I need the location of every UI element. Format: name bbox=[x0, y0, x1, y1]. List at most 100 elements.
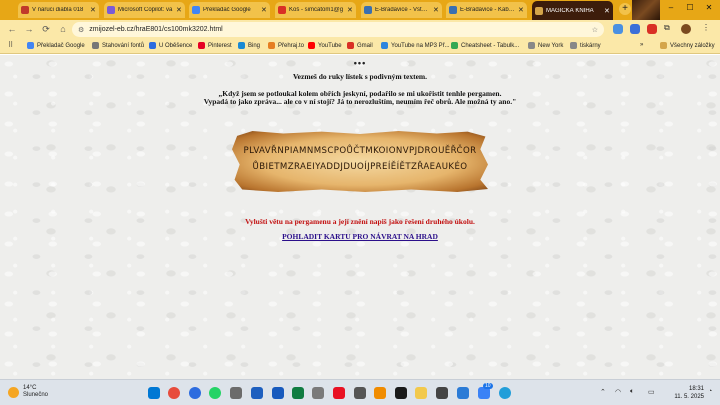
capcut-icon[interactable] bbox=[395, 387, 407, 399]
calculator-icon[interactable] bbox=[230, 387, 242, 399]
tab-3[interactable]: Překladač Google ✕ bbox=[189, 2, 270, 18]
tab-title: Koš - simcatom1@g bbox=[289, 7, 344, 13]
bookmark-favicon-icon bbox=[92, 42, 99, 49]
tab-close-icon[interactable]: ✕ bbox=[347, 6, 353, 14]
new-tab-button[interactable]: + bbox=[619, 3, 631, 15]
edge-icon[interactable] bbox=[251, 387, 263, 399]
tab-close-icon[interactable]: ✕ bbox=[433, 6, 439, 14]
apps-icon[interactable]: ⠿ bbox=[8, 41, 13, 49]
speaker-icon[interactable]: 🔈︎ bbox=[630, 388, 634, 396]
bookmark-item[interactable]: New York bbox=[528, 42, 563, 49]
bookmarks-overflow-button[interactable]: » bbox=[640, 42, 643, 48]
bookmark-item[interactable]: Pinterest bbox=[198, 42, 232, 49]
profile-avatar[interactable] bbox=[681, 24, 691, 34]
notifications-icon[interactable]: ◔ bbox=[708, 388, 712, 395]
tab-close-icon[interactable]: ✕ bbox=[90, 6, 96, 14]
sun-icon bbox=[8, 386, 19, 398]
address-url[interactable]: zmijozel-eb.cz/hraE801/cs100mk3202.html bbox=[89, 26, 586, 33]
all-bookmarks-button[interactable]: Všechny záložky bbox=[660, 42, 715, 49]
site-info-icon[interactable]: ⚙ bbox=[78, 26, 84, 34]
tab-favicon-icon bbox=[192, 6, 200, 14]
maximize-button[interactable]: ☐ bbox=[683, 3, 697, 12]
tab-title: V naruci diabla 018 bbox=[32, 7, 84, 13]
bookmark-favicon-icon bbox=[381, 42, 388, 49]
clock[interactable]: 18:31 11. 5. 2025 bbox=[668, 385, 704, 401]
weather-condition: Slunečno bbox=[23, 392, 49, 398]
extension-icon[interactable] bbox=[613, 24, 623, 34]
tab-6[interactable]: E-Bradavice - Kabine ✕ bbox=[446, 2, 527, 18]
quote-line-2: Vypadá to jako zpráva... ale co v ní sto… bbox=[203, 97, 517, 106]
wifi-icon[interactable]: ◠ bbox=[615, 388, 621, 396]
weather-temperature: 14°C bbox=[23, 385, 37, 391]
tab-favicon-icon bbox=[535, 6, 543, 15]
telegram-icon[interactable] bbox=[499, 387, 511, 399]
bookmark-label: Bing bbox=[248, 42, 261, 49]
bookmark-label: YouTube bbox=[318, 42, 342, 49]
tab-close-icon[interactable]: ✕ bbox=[518, 6, 524, 14]
bookmark-item[interactable]: tiskárny bbox=[570, 42, 601, 49]
bookmark-item[interactable]: Cheatsheet - Tabulk... bbox=[451, 42, 519, 49]
bookmark-label: Stahování fontů bbox=[102, 42, 145, 49]
address-bar[interactable]: ⚙ zmijozel-eb.cz/hraE801/cs100mk3202.htm… bbox=[72, 22, 604, 37]
tray-chevron-icon[interactable]: ⌃ bbox=[600, 388, 606, 396]
file-explorer-icon[interactable] bbox=[415, 387, 427, 399]
news-extension-icon[interactable] bbox=[647, 24, 657, 34]
tab-favicon-icon bbox=[278, 6, 286, 14]
tab-favicon-icon bbox=[107, 6, 115, 14]
folder-icon bbox=[660, 42, 667, 49]
home-button[interactable]: ⌂ bbox=[57, 23, 69, 35]
back-button[interactable]: ← bbox=[6, 23, 18, 35]
bookmark-item[interactable]: Bing bbox=[238, 42, 260, 49]
word-icon[interactable] bbox=[272, 387, 284, 399]
extensions-icon[interactable]: ⧉ bbox=[664, 23, 670, 33]
tab-5[interactable]: E-Bradavice - Vstupe ✕ bbox=[361, 2, 442, 18]
vlc-icon[interactable] bbox=[374, 387, 386, 399]
chrome-icon[interactable] bbox=[168, 387, 180, 399]
bookmark-label: New York bbox=[538, 42, 564, 49]
tab-title: E-Bradavice - Vstupe bbox=[375, 7, 430, 13]
bookmark-label: Pinterest bbox=[208, 42, 232, 49]
translate-extension-icon[interactable] bbox=[630, 24, 640, 34]
messenger-icon[interactable] bbox=[189, 387, 201, 399]
start-icon[interactable] bbox=[148, 387, 160, 399]
app-icon[interactable] bbox=[312, 387, 324, 399]
bookmark-favicon-icon bbox=[570, 42, 577, 49]
tab-2[interactable]: Microsoft Copilot: va ✕ bbox=[104, 2, 185, 18]
menu-icon[interactable]: ⋮ bbox=[702, 23, 710, 32]
bookmark-item[interactable]: U Oběšence bbox=[149, 42, 192, 49]
tab-strip: V naruci diabla 018 ✕ Microsoft Copilot: v… bbox=[0, 0, 720, 20]
tab-7[interactable]: MAGICKÁ KNIHA ✕ bbox=[532, 1, 613, 20]
store-icon[interactable] bbox=[333, 387, 345, 399]
bookmark-label: U Oběšence bbox=[159, 42, 193, 49]
minimize-button[interactable]: – bbox=[664, 3, 678, 12]
bookmark-item[interactable]: Překladač Google bbox=[27, 42, 85, 49]
tab-1[interactable]: V naruci diabla 018 ✕ bbox=[18, 2, 99, 18]
camera-icon[interactable] bbox=[354, 387, 366, 399]
battery-icon[interactable]: ▭ bbox=[648, 388, 655, 396]
bookmark-label: tiskárny bbox=[580, 42, 601, 49]
reload-button[interactable]: ⟳ bbox=[40, 23, 52, 35]
task-instruction: Vylušti větu na pergamenu a její znění n… bbox=[245, 217, 475, 226]
bookmark-item[interactable]: Přehraj.to bbox=[268, 42, 304, 49]
bookmark-item[interactable]: YouTube bbox=[308, 42, 342, 49]
clock-date: 11. 5. 2025 bbox=[674, 394, 704, 400]
tab-close-icon[interactable]: ✕ bbox=[604, 7, 610, 15]
return-to-castle-link[interactable]: POHLADIT KARTU PRO NÁVRAT NA HRAD bbox=[0, 232, 720, 241]
close-window-button[interactable]: ✕ bbox=[702, 3, 716, 12]
bookmark-star-icon[interactable]: ☆ bbox=[592, 26, 598, 34]
tab-close-icon[interactable]: ✕ bbox=[176, 6, 182, 14]
bookmarks-bar: ⠿ Překladač Google Stahování fontů U Oběše… bbox=[0, 39, 720, 54]
bookmark-item[interactable]: YouTube na MP3 Př... bbox=[381, 42, 450, 49]
video-icon[interactable] bbox=[436, 387, 448, 399]
weather-widget[interactable]: 14°C Slunečno bbox=[8, 385, 48, 399]
tab-4[interactable]: Koš - simcatom1@g ✕ bbox=[275, 2, 356, 18]
notepad-icon[interactable] bbox=[457, 387, 469, 399]
forward-button[interactable]: → bbox=[23, 23, 35, 35]
whatsapp-icon[interactable] bbox=[209, 387, 221, 399]
bookmark-label: Překladač Google bbox=[37, 42, 85, 49]
tab-close-icon[interactable]: ✕ bbox=[261, 6, 267, 14]
bookmark-favicon-icon bbox=[238, 42, 245, 49]
bookmark-item[interactable]: Gmail bbox=[347, 42, 373, 49]
bookmark-item[interactable]: Stahování fontů bbox=[92, 42, 144, 49]
excel-icon[interactable] bbox=[292, 387, 304, 399]
